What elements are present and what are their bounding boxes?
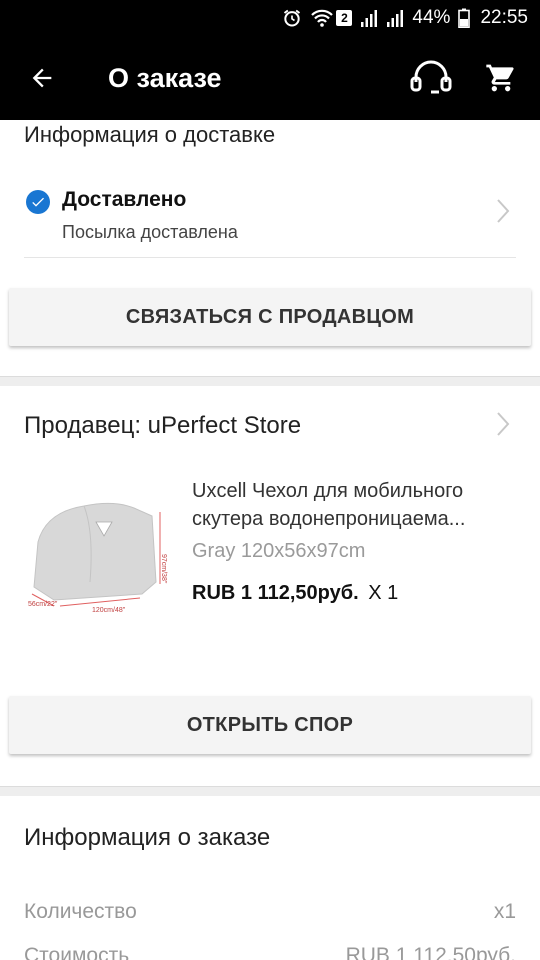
product-image: 97cm/38" 120cm/48" 56cm/22"	[24, 482, 172, 622]
delivery-status-detail: Посылка доставлена	[62, 222, 238, 242]
chevron-right-icon	[497, 412, 510, 436]
seller-row[interactable]: Продавец: uPerfect Store	[0, 386, 540, 464]
delivery-status-row[interactable]: Доставлено Посылка доставлена	[24, 160, 516, 258]
chevron-right-icon	[497, 199, 510, 223]
alarm-icon	[282, 8, 302, 28]
clock: 22:55	[480, 7, 528, 28]
section-divider	[0, 786, 540, 796]
order-info-label: Количество	[24, 900, 137, 923]
open-dispute-button[interactable]: ОТКРЫТЬ СПОР	[9, 696, 531, 754]
order-info-row-cost: Стоимость RUB 1 112,50руб.	[0, 944, 540, 960]
image-label-length: 120cm/48"	[92, 607, 126, 614]
wifi-icon: 2	[310, 8, 353, 28]
page-title: О заказе	[108, 62, 222, 93]
image-label-height: 97cm/38"	[160, 554, 167, 584]
check-circle-icon	[26, 190, 50, 214]
product-quantity: X 1	[368, 582, 399, 604]
contact-seller-button[interactable]: СВЯЗАТЬСЯ С ПРОДАВЦОМ	[9, 288, 531, 346]
order-info-label: Стоимость	[24, 944, 130, 960]
product-price: RUB 1 112,50руб.	[192, 582, 359, 604]
image-label-width: 56cm/22"	[28, 601, 58, 608]
order-info-title: Информация о заказе	[24, 824, 271, 851]
headset-icon	[410, 60, 452, 94]
delivery-section-title: Информация о доставке	[24, 122, 276, 147]
status-bar: 2 44% 22:55	[0, 0, 540, 36]
cart-icon	[486, 64, 514, 92]
seller-name: Продавец: uPerfect Store	[24, 412, 302, 439]
order-info-value: x1	[493, 900, 516, 923]
arrow-back-icon	[32, 68, 52, 88]
delivery-status: Доставлено	[62, 188, 187, 211]
product-price-row: RUB 1 112,50руб. X 1	[192, 582, 398, 605]
app-bar: О заказе	[0, 36, 540, 120]
section-divider	[0, 376, 540, 386]
order-details-content[interactable]: Информация о доставке Доставлено Посылка…	[0, 120, 540, 960]
signal-icon	[386, 8, 404, 28]
battery-icon	[458, 8, 471, 28]
product-item[interactable]: 97cm/38" 120cm/48" 56cm/22" Uxcell Чехол…	[0, 464, 540, 664]
product-variant: Gray 120x56x97cm	[192, 540, 366, 562]
battery-percent: 44%	[412, 7, 451, 28]
order-info-value: RUB 1 112,50руб.	[345, 944, 516, 960]
wifi-badge: 2	[336, 10, 353, 26]
order-info-section: Информация о заказе Количество x1 Стоимо…	[0, 796, 540, 960]
seller-section: Продавец: uPerfect Store 97cm/38" 120cm/…	[0, 386, 540, 786]
product-title-line-2: скутера водонепроницаема...	[192, 508, 466, 530]
support-button[interactable]	[396, 36, 466, 120]
order-info-row-quantity: Количество x1	[0, 900, 540, 944]
cart-button[interactable]	[466, 36, 536, 120]
delivery-section: Информация о доставке Доставлено Посылка…	[0, 120, 540, 376]
signal-icon	[360, 8, 378, 28]
product-title-line-1: Uxcell Чехол для мобильного	[192, 480, 464, 502]
back-button[interactable]	[0, 36, 84, 120]
